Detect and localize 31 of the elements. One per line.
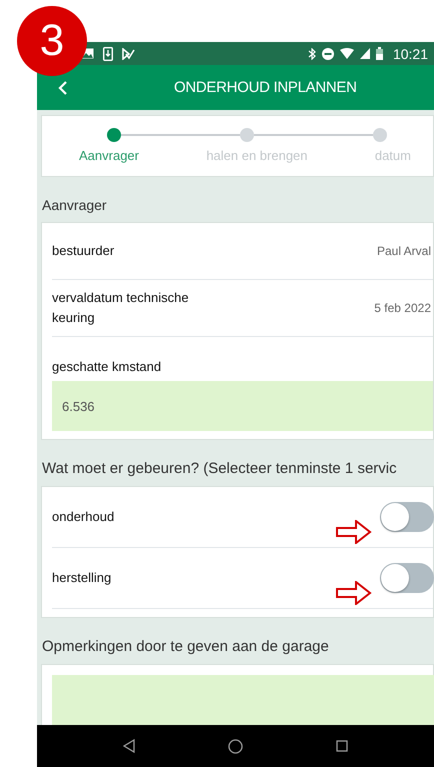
- step-tab[interactable]: Aanvrager: [79, 148, 139, 163]
- field-value: 5 feb 2022: [374, 301, 432, 315]
- battery-icon: [376, 47, 383, 60]
- field-label: bestuurder: [52, 242, 114, 260]
- bluetooth-icon: [308, 48, 316, 60]
- do-not-disturb-icon: [322, 48, 334, 60]
- toggle-label: herstelling: [52, 569, 112, 587]
- back-icon[interactable]: [121, 737, 138, 755]
- section-heading: Aanvrager: [41, 196, 108, 215]
- remarks-field[interactable]: [52, 675, 434, 725]
- field-value: Paul Arval: [376, 244, 432, 258]
- download-icon: [103, 46, 113, 60]
- signal-icon: [360, 48, 370, 59]
- field-label: vervaldatum technische keuring: [52, 289, 190, 327]
- toggle-label: onderhoud: [52, 508, 114, 526]
- input-field[interactable]: 6.536: [52, 381, 433, 431]
- field-label: geschatte kmstand: [52, 358, 162, 376]
- chevron-left-icon: [58, 80, 68, 96]
- toggle-switch[interactable]: [380, 563, 434, 593]
- arrow-icon: [336, 520, 372, 544]
- section-heading: Opmerkingen door te geven aan de garage: [41, 637, 330, 657]
- screen-title: ONDERHOUD INPLANNEN: [174, 79, 357, 96]
- recents-icon[interactable]: [334, 738, 350, 754]
- wifi-icon: [340, 48, 354, 59]
- check-icon: [122, 48, 135, 60]
- clock-time: 10:21: [392, 46, 428, 62]
- arrow-icon: [336, 581, 372, 605]
- section-heading: Wat moet er gebeuren? (Selecteer tenminste 1 servic: [41, 459, 398, 479]
- home-icon[interactable]: [226, 736, 245, 756]
- toggle-switch[interactable]: [380, 502, 434, 532]
- step-number-badge: 3: [17, 6, 87, 76]
